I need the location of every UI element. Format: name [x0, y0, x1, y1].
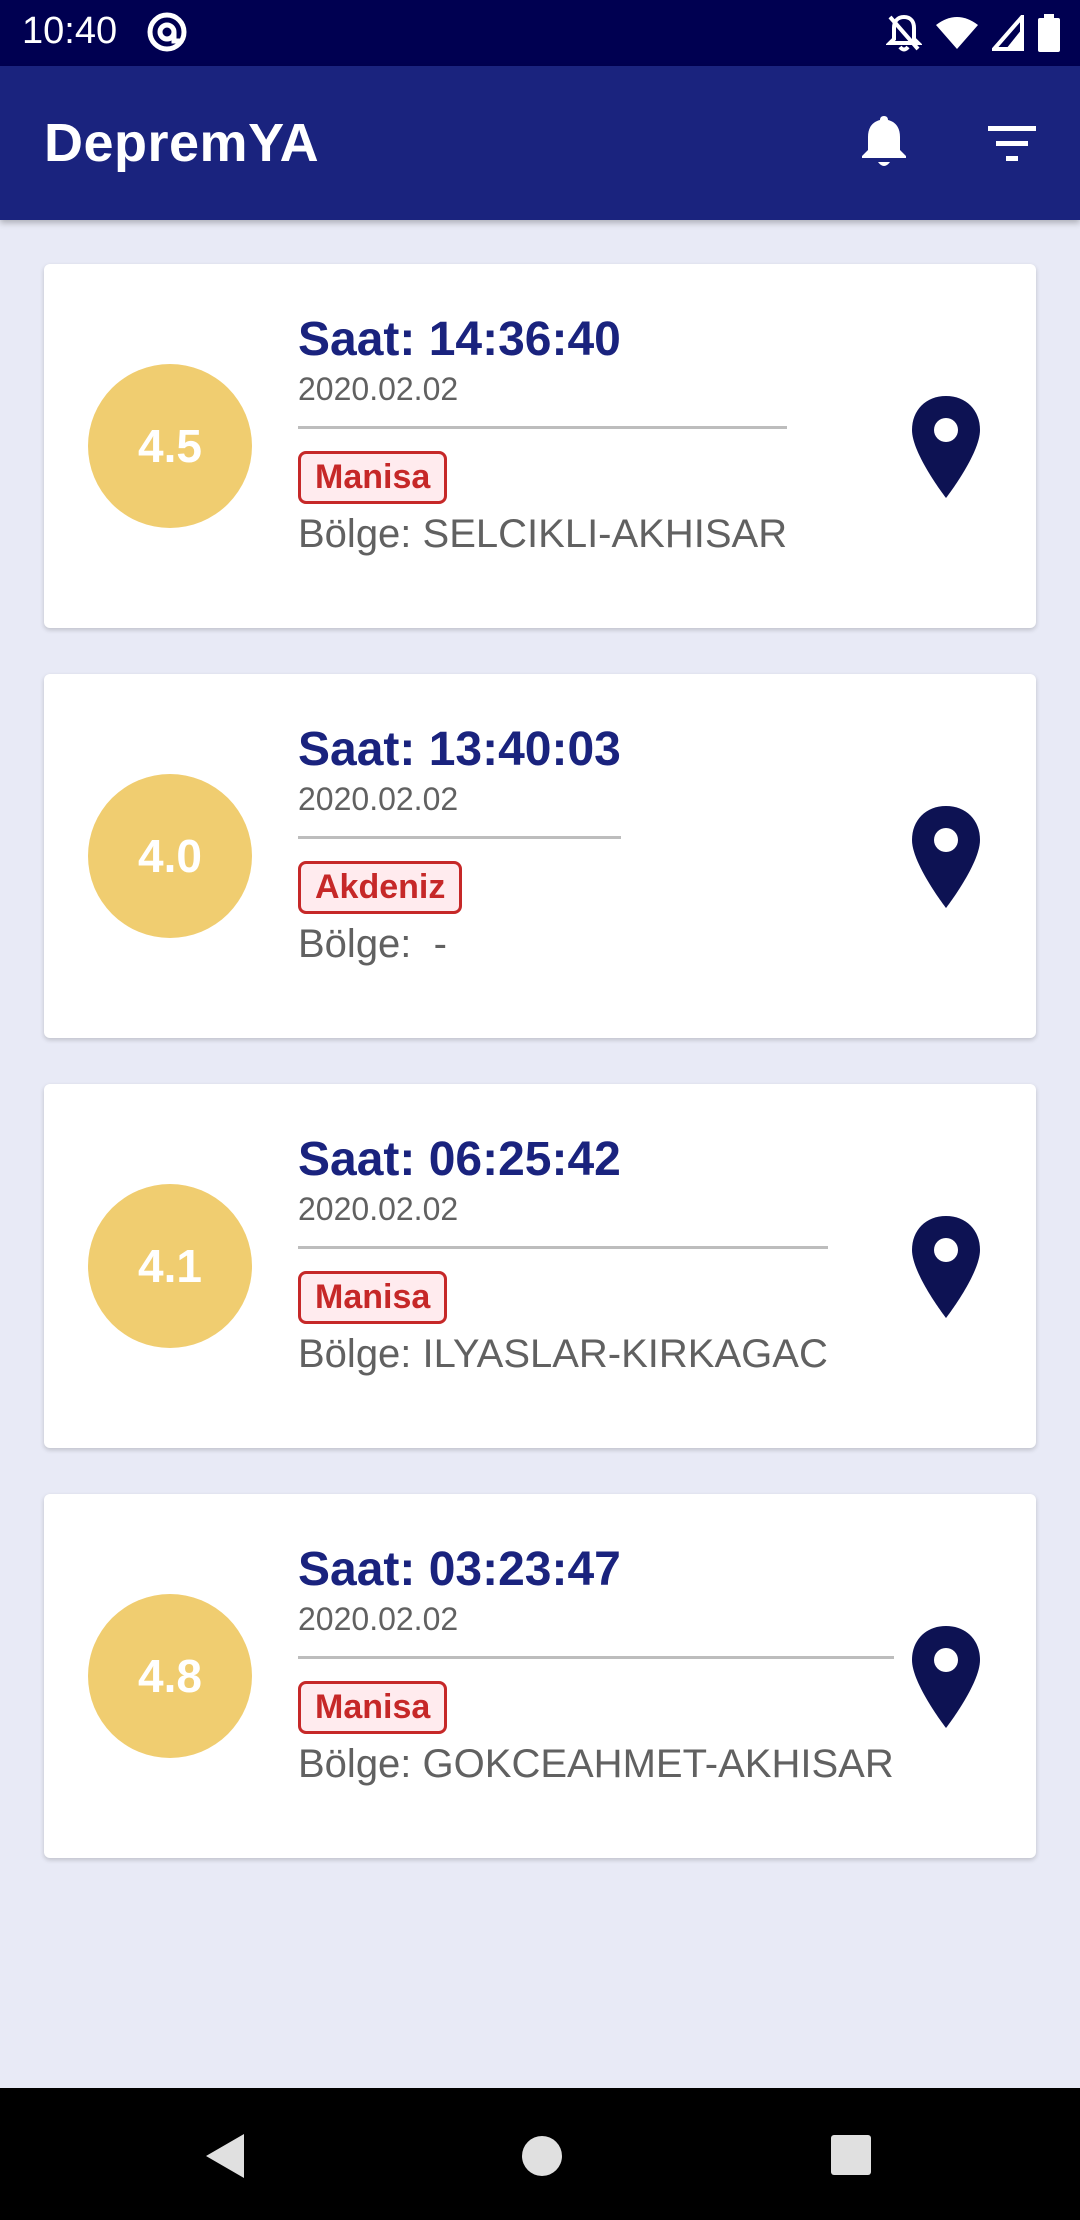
earthquake-date: 2020.02.02: [298, 1601, 459, 1637]
battery-icon: [1038, 14, 1060, 52]
magnitude-badge: 4.5: [88, 364, 252, 528]
recent-apps-icon[interactable]: [830, 2134, 872, 2176]
app-bar: DepremYA: [0, 66, 1080, 220]
divider: [298, 1246, 828, 1249]
city-tag: Akdeniz: [298, 861, 463, 914]
magnitude-badge: 4.8: [88, 1594, 252, 1758]
region-label: Bölge: -: [298, 922, 447, 966]
earthquake-time: Saat: 06:25:42: [298, 1133, 621, 1186]
earthquake-time: Saat: 14:36:40: [298, 313, 621, 366]
at-sign-icon: [147, 12, 187, 52]
status-time: 10:40: [22, 10, 118, 52]
earthquake-info: Saat: 06:25:42 2020.02.02 Manisa Bölge: …: [298, 1132, 828, 1377]
status-bar: 10:40: [0, 0, 1080, 66]
cell-signal-icon: [992, 15, 1024, 51]
navigation-bar: [0, 2088, 1080, 2220]
earthquake-card[interactable]: 4.0 Saat: 13:40:03 2020.02.02 Akdeniz Bö…: [44, 674, 1036, 1038]
earthquake-time: Saat: 13:40:03: [298, 723, 621, 776]
earthquake-info: Saat: 14:36:40 2020.02.02 Manisa Bölge: …: [298, 312, 788, 557]
divider: [298, 1656, 894, 1659]
earthquake-date: 2020.02.02: [298, 1191, 459, 1227]
city-tag: Manisa: [298, 1681, 448, 1734]
earthquake-time: Saat: 03:23:47: [298, 1543, 621, 1596]
magnitude-badge: 4.1: [88, 1184, 252, 1348]
bell-icon[interactable]: [852, 110, 916, 174]
earthquake-card[interactable]: 4.5 Saat: 14:36:40 2020.02.02 Manisa Böl…: [44, 264, 1036, 628]
map-pin-icon[interactable]: [906, 1622, 986, 1732]
divider: [298, 426, 788, 429]
notifications-off-icon: [886, 14, 922, 52]
region-label: Bölge: SELCIKLI-AKHISAR: [298, 512, 788, 556]
region-label: Bölge: GOKCEAHMET-AKHISAR: [298, 1742, 894, 1786]
map-pin-icon[interactable]: [906, 1212, 986, 1322]
city-tag: Manisa: [298, 1271, 448, 1324]
earthquake-card[interactable]: 4.8 Saat: 03:23:47 2020.02.02 Manisa Böl…: [44, 1494, 1036, 1858]
wifi-icon: [936, 17, 978, 49]
back-icon[interactable]: [204, 2132, 248, 2180]
earthquake-card[interactable]: 4.1 Saat: 06:25:42 2020.02.02 Manisa Böl…: [44, 1084, 1036, 1448]
map-pin-icon[interactable]: [906, 392, 986, 502]
filter-icon[interactable]: [980, 116, 1044, 172]
home-icon[interactable]: [520, 2134, 564, 2178]
magnitude-badge: 4.0: [88, 774, 252, 938]
region-label: Bölge: ILYASLAR-KIRKAGAC: [298, 1332, 828, 1376]
divider: [298, 836, 621, 839]
earthquake-info: Saat: 13:40:03 2020.02.02 Akdeniz Bölge:…: [298, 722, 621, 967]
map-pin-icon[interactable]: [906, 802, 986, 912]
city-tag: Manisa: [298, 451, 448, 504]
earthquake-list: 4.5 Saat: 14:36:40 2020.02.02 Manisa Böl…: [44, 264, 1036, 1904]
earthquake-date: 2020.02.02: [298, 781, 459, 817]
earthquake-date: 2020.02.02: [298, 371, 459, 407]
earthquake-info: Saat: 03:23:47 2020.02.02 Manisa Bölge: …: [298, 1542, 894, 1787]
app-title: DepremYA: [44, 113, 320, 173]
